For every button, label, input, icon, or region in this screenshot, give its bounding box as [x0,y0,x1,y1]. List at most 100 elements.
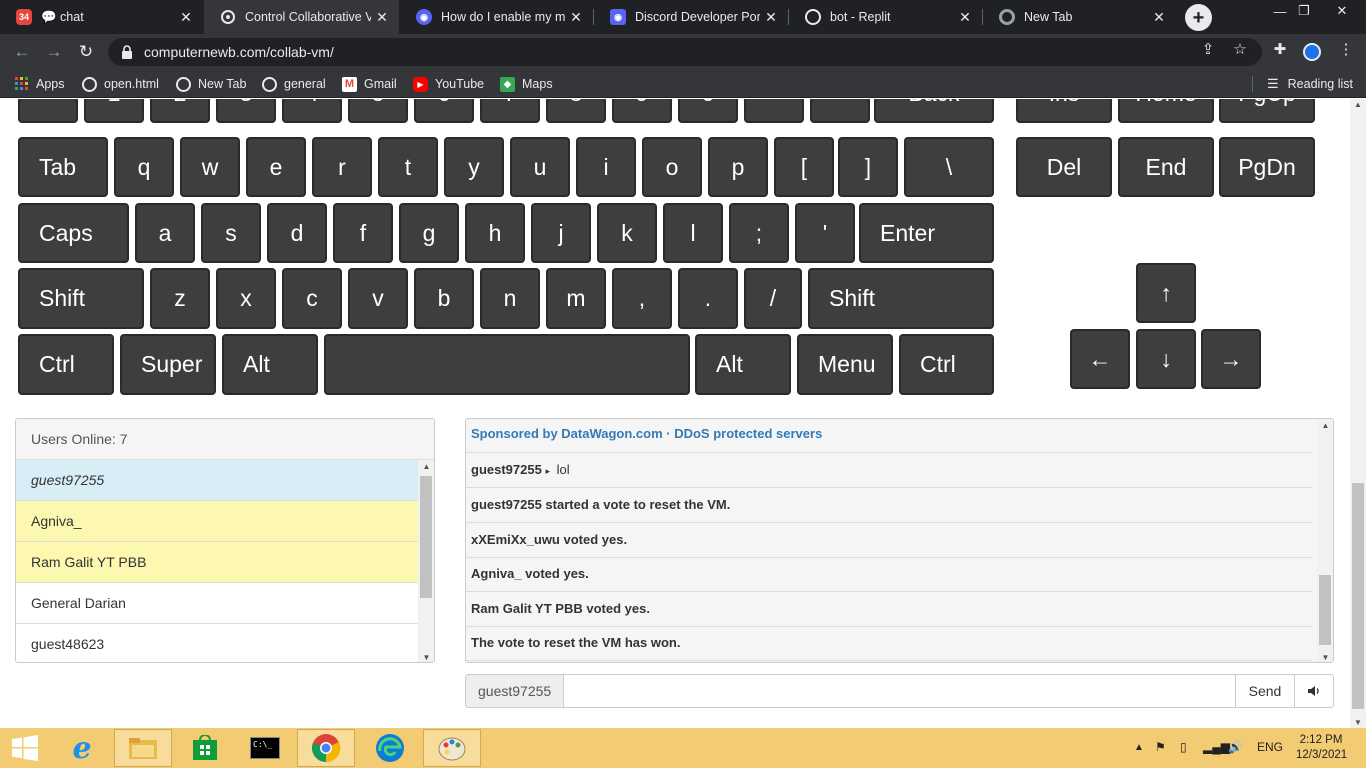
keyboard-key[interactable]: - [744,99,804,123]
keyboard-key[interactable]: j [531,203,591,263]
bookmark-maps[interactable]: ◆ Maps [500,76,553,92]
back-arrow-icon[interactable]: ← [10,40,34,64]
keyboard-key[interactable]: 2 [150,99,210,123]
tab-replit[interactable]: bot - Replit ✕ [789,0,982,34]
send-button[interactable]: Send [1235,674,1295,708]
keyboard-key[interactable]: Tab [18,137,108,197]
keyboard-key[interactable]: b [414,268,474,329]
taskbar-file-explorer[interactable] [114,729,172,767]
taskbar-command-prompt[interactable]: C:\_ [236,729,294,767]
start-button[interactable] [0,729,50,767]
keyboard-key[interactable]: t [378,137,438,197]
close-tab-icon[interactable]: ✕ [954,9,976,26]
keyboard-key[interactable]: Home [1118,99,1214,123]
scrollbar-thumb[interactable] [420,476,432,598]
network-signal-icon[interactable]: ▂▄▆ [1203,740,1230,754]
user-list-item[interactable]: General Darian [16,583,418,624]
keyboard-key[interactable]: Alt [695,334,791,395]
url-text[interactable]: computernewb.com/collab-vm/ [144,44,334,60]
keyboard-key[interactable]: Ins [1016,99,1112,123]
keyboard-key[interactable]: Super [120,334,216,395]
keyboard-key[interactable]: i [576,137,636,197]
keyboard-key[interactable]: e [246,137,306,197]
keyboard-key[interactable]: 3 [216,99,276,123]
user-list-item[interactable]: Agniva_ [16,501,418,542]
keyboard-key[interactable]: , [612,268,672,329]
share-icon[interactable]: ⇪ [1198,40,1218,58]
bookmark-star-icon[interactable]: ☆ [1230,40,1250,58]
keyboard-key[interactable]: → [1201,329,1261,389]
keyboard-key[interactable]: g [399,203,459,263]
action-center-flag-icon[interactable]: ⚑ [1155,740,1166,754]
keyboard-key[interactable]: h [465,203,525,263]
bookmark-apps[interactable]: Apps [14,76,65,92]
keyboard-key[interactable]: n [480,268,540,329]
chat-scrollbar[interactable]: ▲ ▼ [1317,419,1333,662]
keyboard-key[interactable] [324,334,690,395]
scroll-up-icon[interactable]: ▲ [1350,100,1366,109]
keyboard-key[interactable]: PgDn [1219,137,1315,197]
keyboard-key[interactable]: Ctrl [899,334,994,395]
close-tab-icon[interactable]: ✕ [760,9,782,26]
scroll-down-icon[interactable]: ▼ [1317,653,1333,662]
tab-chat[interactable]: 34 💬 chat ✕ [0,0,203,34]
restore-icon[interactable]: ❐ [1290,0,1318,22]
keyboard-key[interactable] [18,99,78,123]
keyboard-key[interactable]: 4 [282,99,342,123]
user-list-item[interactable]: guest48623 [16,624,418,662]
close-tab-icon[interactable]: ✕ [1148,9,1170,26]
bookmark-youtube[interactable]: ▶ YouTube [413,76,484,92]
close-tab-icon[interactable]: ✕ [565,9,587,26]
close-tab-icon[interactable]: ✕ [175,9,197,26]
language-indicator[interactable]: ENG [1257,740,1283,754]
keyboard-key[interactable]: 9 [612,99,672,123]
keyboard-key[interactable]: Caps [18,203,129,263]
keyboard-key[interactable]: Ctrl [18,334,114,395]
users-scrollbar[interactable]: ▲ ▼ [418,460,434,662]
taskbar-store[interactable] [176,729,234,767]
chat-message-input[interactable] [564,674,1235,708]
reading-list-button[interactable]: ☰ Reading list [1267,76,1353,92]
close-window-icon[interactable]: ✕ [1328,0,1356,22]
keyboard-key[interactable]: u [510,137,570,197]
keyboard-key[interactable]: d [267,203,327,263]
keyboard-key[interactable]: \ [904,137,994,197]
keyboard-key[interactable]: Menu [797,334,893,395]
keyboard-key[interactable]: w [180,137,240,197]
keyboard-key[interactable]: o [642,137,702,197]
keyboard-key[interactable]: Shift [808,268,994,329]
user-list-item[interactable]: guest97255 [16,460,418,501]
keyboard-key[interactable]: 5 [348,99,408,123]
taskbar-clock[interactable]: 2:12 PM 12/3/2021 [1296,733,1347,763]
close-tab-icon[interactable]: ✕ [371,9,393,26]
keyboard-key[interactable]: Back [874,99,994,123]
keyboard-key[interactable]: ' [795,203,855,263]
user-list-item[interactable]: Ram Galit YT PBB [16,542,418,583]
keyboard-key[interactable]: End [1118,137,1214,197]
keyboard-key[interactable]: l [663,203,723,263]
keyboard-key[interactable]: = [810,99,870,123]
taskbar-paint[interactable] [423,729,481,767]
keyboard-key[interactable]: 6 [414,99,474,123]
scrollbar-thumb[interactable] [1319,575,1331,645]
keyboard-key[interactable]: x [216,268,276,329]
bookmark-general[interactable]: general [262,76,326,92]
keyboard-key[interactable]: s [201,203,261,263]
tab-collab-vm[interactable]: Control Collaborative Virtual Machines! … [204,0,399,34]
tablet-icon[interactable]: ▯ [1180,740,1187,754]
keyboard-key[interactable]: m [546,268,606,329]
scrollbar-thumb[interactable] [1352,483,1364,709]
extensions-puzzle-icon[interactable]: ✚ [1270,40,1290,58]
scroll-down-icon[interactable]: ▼ [1350,718,1366,727]
keyboard-key[interactable]: 0 [678,99,738,123]
show-hidden-icons-chevron-icon[interactable]: ▲ [1134,742,1144,753]
lock-icon[interactable] [120,45,134,59]
keyboard-key[interactable]: r [312,137,372,197]
bookmark-open-html[interactable]: open.html [82,76,159,92]
forward-arrow-icon[interactable]: → [42,40,66,64]
keyboard-key[interactable]: z [150,268,210,329]
profile-avatar[interactable] [1303,43,1321,61]
reload-icon[interactable]: ↻ [74,40,98,64]
bookmark-gmail[interactable]: M Gmail [342,76,397,92]
keyboard-key[interactable]: Shift [18,268,144,329]
